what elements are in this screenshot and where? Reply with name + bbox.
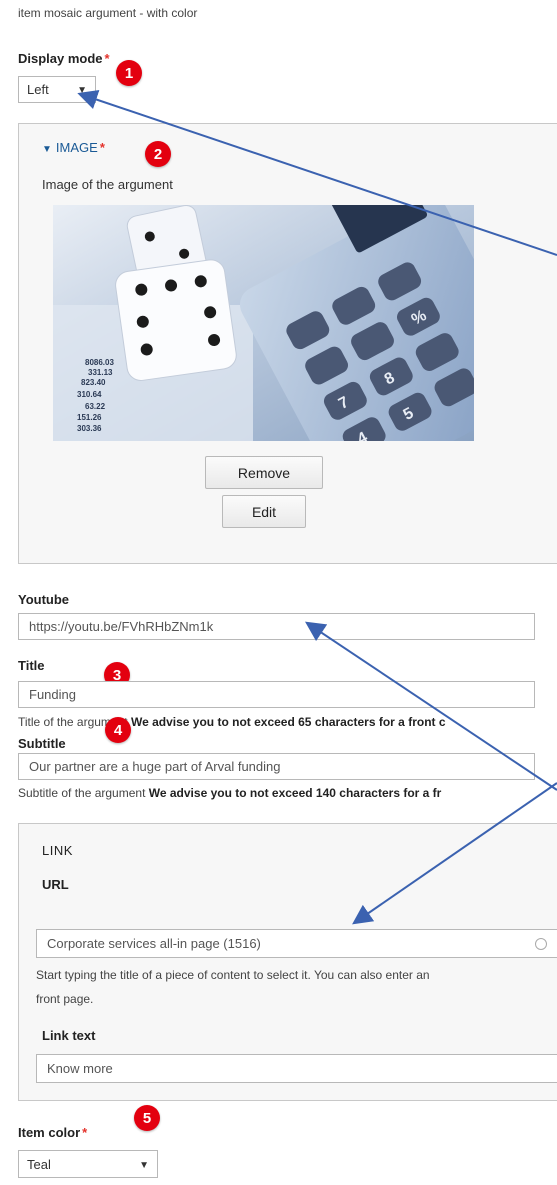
subtitle-description-bold: We advise you to not exceed 140 characte…	[148, 786, 442, 800]
subtitle-label: Subtitle	[18, 736, 66, 751]
ledger-number: 823.40	[81, 378, 106, 387]
required-marker: *	[104, 51, 110, 66]
image-preview-graphic: 8086.03 331.13 823.40 310.64 63.22 151.2…	[53, 205, 474, 441]
link-text-label: Link text	[42, 1028, 96, 1043]
remove-image-button[interactable]: Remove	[205, 456, 323, 489]
ledger-number: 331.13	[88, 368, 113, 377]
required-marker: *	[82, 1125, 88, 1140]
subtitle-description-plain: Subtitle of the argument	[18, 786, 146, 800]
display-mode-select[interactable]: Left ▼	[18, 76, 96, 103]
item-color-value: Teal	[27, 1156, 51, 1172]
dropdown-caret-icon: ▼	[139, 1160, 149, 1171]
youtube-input-value: https://youtu.be/FVhRHbZNm1k	[29, 619, 214, 634]
dropdown-caret-icon: ▼	[77, 85, 87, 96]
subtitle-input[interactable]: Our partner are a huge part of Arval fun…	[18, 753, 535, 780]
item-color-label-text: Item color	[18, 1125, 81, 1140]
display-mode-label-text: Display mode	[18, 51, 103, 66]
display-mode-value: Left	[27, 82, 49, 97]
ledger-number: 63.22	[85, 402, 106, 411]
url-help-text: Start typing the title of a piece of con…	[36, 968, 430, 982]
youtube-label: Youtube	[18, 592, 70, 607]
item-color-label: Item color *	[18, 1125, 87, 1140]
image-description: Image of the argument	[42, 177, 173, 192]
title-description-bold: We advise you to not exceed 65 character…	[130, 715, 446, 729]
triangle-down-icon: ▼	[42, 144, 52, 155]
ledger-number: 310.64	[77, 390, 102, 399]
subtitle-description: Subtitle of the argument We advise you t…	[18, 786, 441, 800]
annotation-badge-2: 2	[145, 141, 171, 167]
image-preview: 8086.03 331.13 823.40 310.64 63.22 151.2…	[53, 205, 474, 441]
annotation-badge-1: 1	[116, 60, 142, 86]
image-section-title: IMAGE	[55, 140, 98, 155]
subtitle-input-value: Our partner are a huge part of Arval fun…	[29, 759, 281, 774]
ledger-number: 303.36	[77, 424, 102, 433]
page-title: item mosaic argument - with color	[18, 6, 198, 20]
url-label: URL	[42, 877, 69, 892]
link-text-input-value: Know more	[47, 1061, 113, 1076]
title-input-value: Funding	[29, 687, 76, 702]
image-section-toggle[interactable]: ▼ IMAGE *	[42, 140, 105, 155]
annotation-badge-5: 5	[134, 1105, 160, 1131]
ledger-number: 151.26	[77, 413, 102, 422]
title-label: Title	[18, 658, 45, 673]
annotation-badge-4: 4	[105, 717, 131, 743]
item-color-select[interactable]: Teal ▼	[18, 1150, 158, 1178]
autocomplete-throbber-icon	[535, 938, 547, 950]
url-input-value: Corporate services all-in page (1516)	[47, 936, 261, 951]
required-marker: *	[99, 140, 105, 155]
title-input[interactable]: Funding	[18, 681, 535, 708]
url-help-text-continued: front page.	[36, 992, 94, 1006]
youtube-input[interactable]: https://youtu.be/FVhRHbZNm1k	[18, 613, 535, 640]
edit-image-button[interactable]: Edit	[222, 495, 306, 528]
url-autocomplete-input[interactable]: Corporate services all-in page (1516)	[36, 929, 557, 958]
ledger-number: 8086.03	[85, 358, 114, 367]
display-mode-label: Display mode *	[18, 51, 110, 66]
title-description: Title of the argument We advise you to n…	[18, 715, 446, 729]
link-text-input[interactable]: Know more	[36, 1054, 557, 1083]
link-legend: LINK	[42, 843, 73, 858]
